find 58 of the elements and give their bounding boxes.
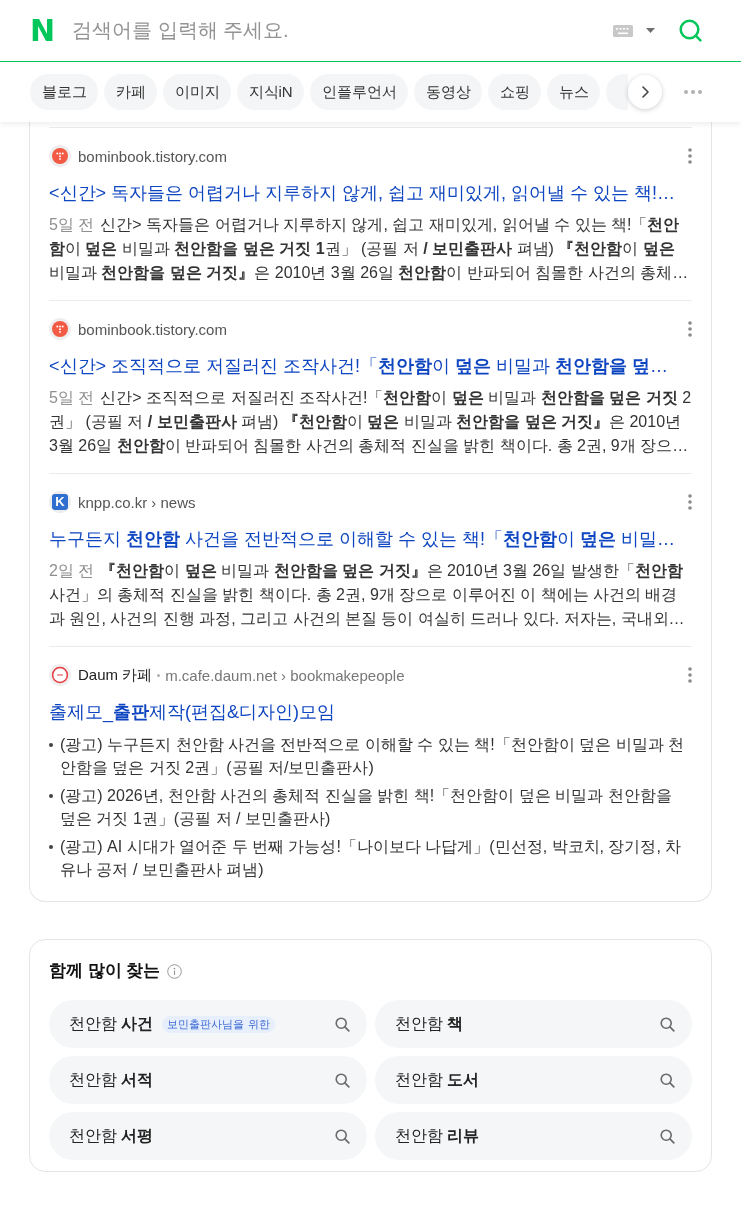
tab[interactable]: 뉴스 [547, 74, 601, 110]
source-url[interactable]: knpp.co.kr › news [78, 493, 196, 511]
source-url[interactable]: m.cafe.daum.net › bookmakepeople [165, 666, 405, 684]
tab[interactable]: 이미지 [163, 74, 231, 110]
site-favicon-icon [49, 318, 71, 340]
chevron-right-icon [641, 86, 649, 98]
tab[interactable]: 동영상 [414, 74, 483, 110]
tab[interactable]: 인플루언서 [310, 74, 409, 110]
result-snippet: 5일 전 신간> 독자들은 어렵거나 지루하지 않게, 쉽고 재미있게, 읽어낼 수 있는 책!「천안함이 덮은 비밀과 천안함을 덮은 거짓 1권」 (공필 저 / 보민출판사 펴냄) 『천안함이 덮은 비밀과 천안함을 덮은 거짓』은 2010년 3월 26일 천안함이 반파되어 침몰한 사건의 총체… [49, 215, 690, 283]
tab[interactable]: 지식iN [237, 74, 305, 110]
site-name[interactable]: Daum 카페 [78, 665, 153, 685]
scroll-right-button[interactable] [628, 75, 662, 109]
ad-link[interactable]: (광고) AI 시대가 열어준 두 번째 가능성!「나이보다 나답게」(민선정, 박코치, 장기정, 차유나 공저 / 보민출판사 펴냄) [60, 835, 692, 881]
result-snippet: 2일 전 『천안함이 덮은 비밀과 천안함을 덮은 거짓』은 2010년 3월 26일 발생한「천안함 사건」의 총체적 진실을 밝힌 책이다. 총 2권, 9개 장으로 이루어진 이 책에는 사건의 배경과 원인, 사건의 진행 과정, 그리고 사건의 본질 등이 여실히 드러나 있다. 저자는, 국내외… [49, 561, 686, 629]
result-title-link[interactable]: 누구든지 천안함 사건을 전반적으로 이해할 수 있는 책!「천안함이 덮은 비밀… [49, 526, 692, 552]
bullet-icon [49, 743, 53, 747]
search-field[interactable]: 검색어를 입력해 주세요. [72, 15, 599, 46]
ad-link[interactable]: (광고) 누구든지 천안함 사건을 전반적으로 이해할 수 있는 책!「천안함이 덮은 비밀과 천안함을 덮은 거짓 2권」(공필 저/보민출판사) [60, 733, 692, 779]
more-icon[interactable] [684, 90, 702, 94]
related-search-button[interactable]: 천안함 리뷰 [374, 1112, 692, 1160]
more-icon[interactable] [688, 148, 692, 164]
caret-down-icon[interactable] [646, 28, 655, 33]
promo-tag: 보민출판사님을 위한 [162, 1015, 275, 1033]
search-icon [334, 1128, 350, 1144]
related-search-button[interactable]: 천안함 서적 [49, 1056, 367, 1104]
site-logo: K [49, 491, 71, 513]
source-url[interactable]: bominbook.tistory.com [78, 147, 227, 165]
search-icon [660, 1072, 675, 1088]
source-url[interactable]: bominbook.tistory.com [78, 320, 227, 338]
section-title: 함께 많이 찾는 [49, 960, 161, 982]
result-title-link[interactable]: <신간> 독자들은 어렵거나 지루하지 않게, 쉽고 재미있게, 읽어낼 수 있는 책!… [49, 180, 692, 206]
search-icon [660, 1128, 675, 1144]
site-favicon-icon [49, 664, 71, 686]
related-search-button[interactable]: 천안함 도서 [374, 1056, 692, 1104]
result-snippet: 5일 전 신간> 조직적으로 저질러진 조작사건!「천안함이 덮은 비밀과 천안함을 덮은 거짓 2권」 (공필 저 / 보민출판사 펴냄) 『천안함이 덮은 비밀과 천안함을 덮은 거짓』은 2010년 3월 26일 천안함이 반파되어 침몰한 사건의 총체적 진실을 밝힌 책이다. 총 2권, 9개 장으… [49, 388, 692, 456]
related-search-button[interactable]: 천안함 서평 [49, 1112, 367, 1160]
ad-link[interactable]: (광고) 2026년, 천안함 사건의 총체적 진실을 밝힌 책!「천안함이 덮은 비밀과 천안함을 덮은 거짓 1권」(공필 저 / 보민출판사) [60, 784, 692, 830]
more-icon[interactable] [688, 494, 692, 510]
more-icon[interactable] [688, 321, 692, 337]
keyboard-icon[interactable] [613, 24, 633, 37]
tab[interactable]: 쇼핑 [488, 74, 542, 110]
search-icon[interactable] [679, 19, 702, 42]
search-icon [660, 1016, 675, 1032]
tab[interactable]: 블로그 [30, 74, 98, 110]
related-search-button[interactable]: 천안함 사건 보민출판사님을 위한 [49, 1000, 367, 1048]
bullet-icon [49, 845, 53, 849]
clipped-tab[interactable] [606, 74, 628, 110]
info-icon[interactable] [167, 963, 183, 979]
search-icon [334, 1016, 350, 1032]
tab[interactable]: 카페 [104, 74, 157, 110]
related-search-button[interactable]: 천안함 책 [374, 1000, 692, 1048]
site-favicon-icon [49, 145, 71, 167]
search-icon [334, 1072, 350, 1088]
separator-dot-icon [157, 673, 161, 677]
result-title-link[interactable]: <신간> 조직적으로 저질러진 조작사건!「천안함이 덮은 비밀과 천안함을 덮… [49, 353, 692, 379]
more-icon[interactable] [688, 667, 692, 683]
result-title-link[interactable]: 출제모_출판제작(편집&디자인)모임 [49, 699, 692, 725]
bullet-icon [49, 794, 53, 798]
